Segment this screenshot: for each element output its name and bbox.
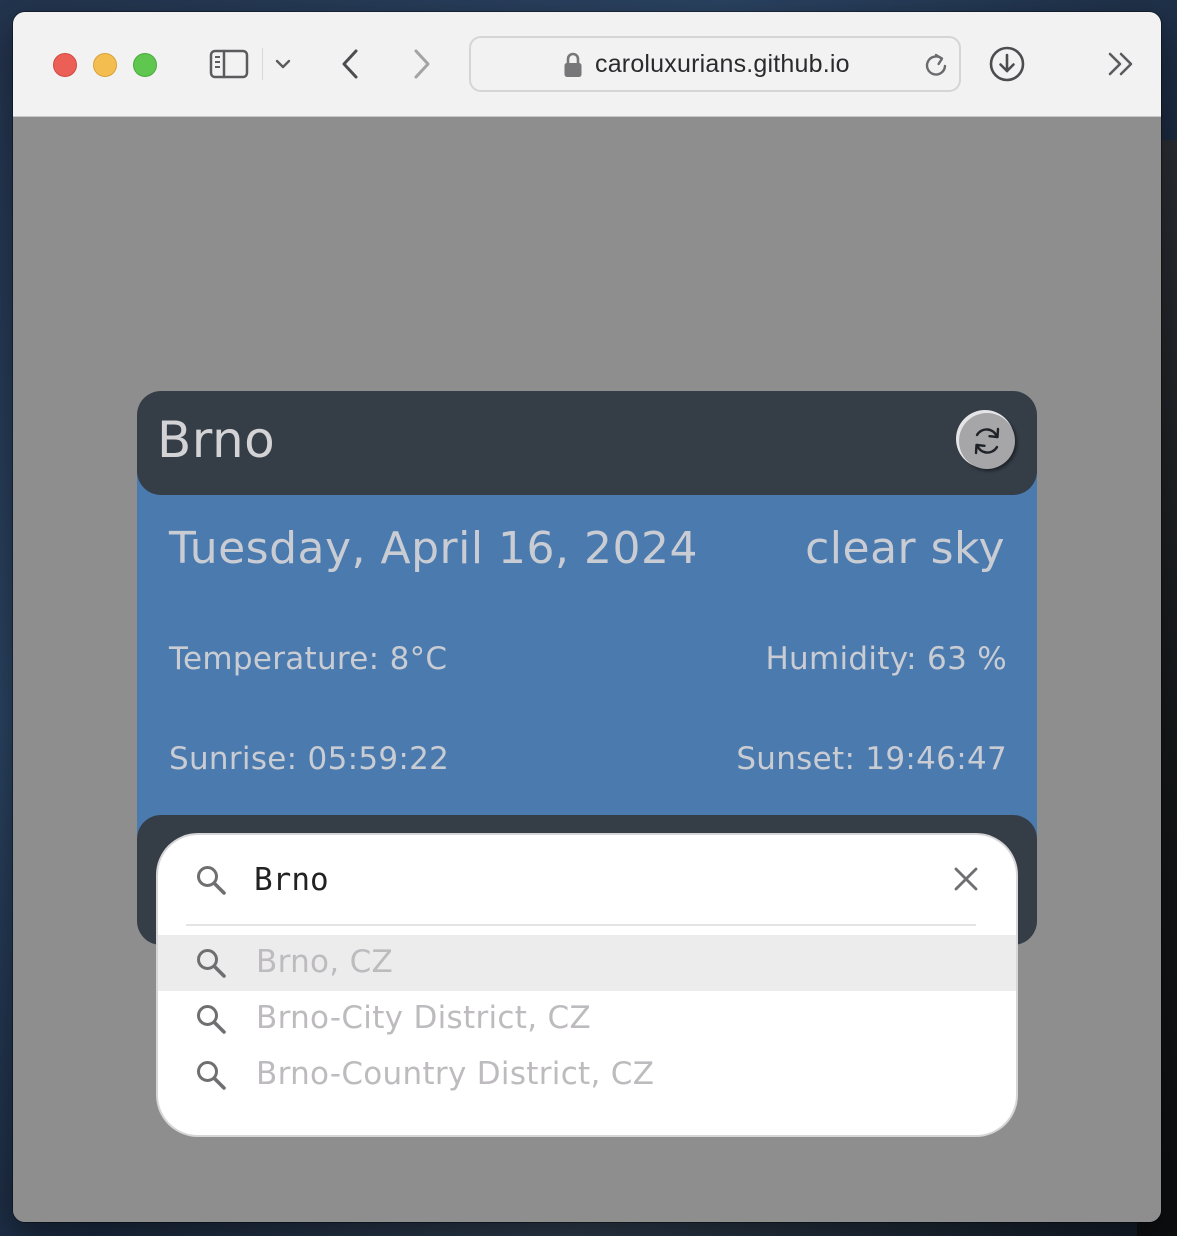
suggestion-item[interactable]: Brno, CZ <box>158 935 1016 991</box>
suggestion-item[interactable]: Brno-Country District, CZ <box>158 1047 1016 1103</box>
suggestion-label: Brno-City District, CZ <box>256 1000 591 1036</box>
refresh-icon <box>974 427 1000 455</box>
address-bar[interactable]: caroluxurians.github.io <box>469 36 961 92</box>
chevron-left-icon[interactable] <box>331 44 371 84</box>
temperature-text: Temperature: 8°C <box>169 641 448 677</box>
browser-window: caroluxurians.github.io Brno Tuesday, Ap… <box>13 12 1161 1222</box>
lock-icon <box>564 52 582 77</box>
suggestion-item[interactable]: Brno-City District, CZ <box>158 991 1016 1047</box>
suggestion-label: Brno-Country District, CZ <box>256 1056 655 1092</box>
date-text: Tuesday, April 16, 2024 <box>169 523 698 574</box>
refresh-button[interactable] <box>959 413 1015 469</box>
page-content: Brno Tuesday, April 16, 2024 clear sky T… <box>13 117 1161 1222</box>
city-search-panel: Brno, CZ Brno-City District, CZ Brno-Cou… <box>158 835 1016 1135</box>
search-icon <box>197 949 226 978</box>
humidity-text: Humidity: 63 % <box>765 641 1007 677</box>
sunrise-text: Sunrise: 05:59:22 <box>169 741 450 777</box>
chevron-right-icon[interactable] <box>401 44 441 84</box>
suggestion-list: Brno, CZ Brno-City District, CZ Brno-Cou… <box>158 935 1016 1103</box>
download-icon[interactable] <box>987 44 1027 84</box>
condition-text: clear sky <box>805 523 1005 574</box>
close-window-button[interactable] <box>53 53 77 77</box>
url-text: caroluxurians.github.io <box>595 50 850 78</box>
suggestion-label: Brno, CZ <box>256 944 394 980</box>
search-icon <box>197 1061 226 1090</box>
sidebar-icon[interactable] <box>207 48 251 80</box>
weather-card-body: Tuesday, April 16, 2024 clear sky Temper… <box>137 471 1037 835</box>
double-chevron-right-icon[interactable] <box>1103 48 1139 80</box>
city-search-input[interactable] <box>254 857 914 903</box>
search-icon <box>197 1005 226 1034</box>
city-title: Brno <box>157 411 276 469</box>
zoom-window-button[interactable] <box>133 53 157 77</box>
close-icon[interactable] <box>950 863 982 895</box>
toolbar-separator <box>262 48 263 80</box>
search-icon <box>197 866 226 895</box>
reload-icon[interactable] <box>921 50 951 80</box>
browser-toolbar: caroluxurians.github.io <box>13 12 1161 117</box>
sunset-text: Sunset: 19:46:47 <box>736 741 1007 777</box>
search-divider <box>186 924 976 926</box>
minimize-window-button[interactable] <box>93 53 117 77</box>
search-row <box>158 835 1016 925</box>
weather-card-header: Brno <box>137 391 1037 495</box>
chevron-down-icon[interactable] <box>271 52 295 76</box>
